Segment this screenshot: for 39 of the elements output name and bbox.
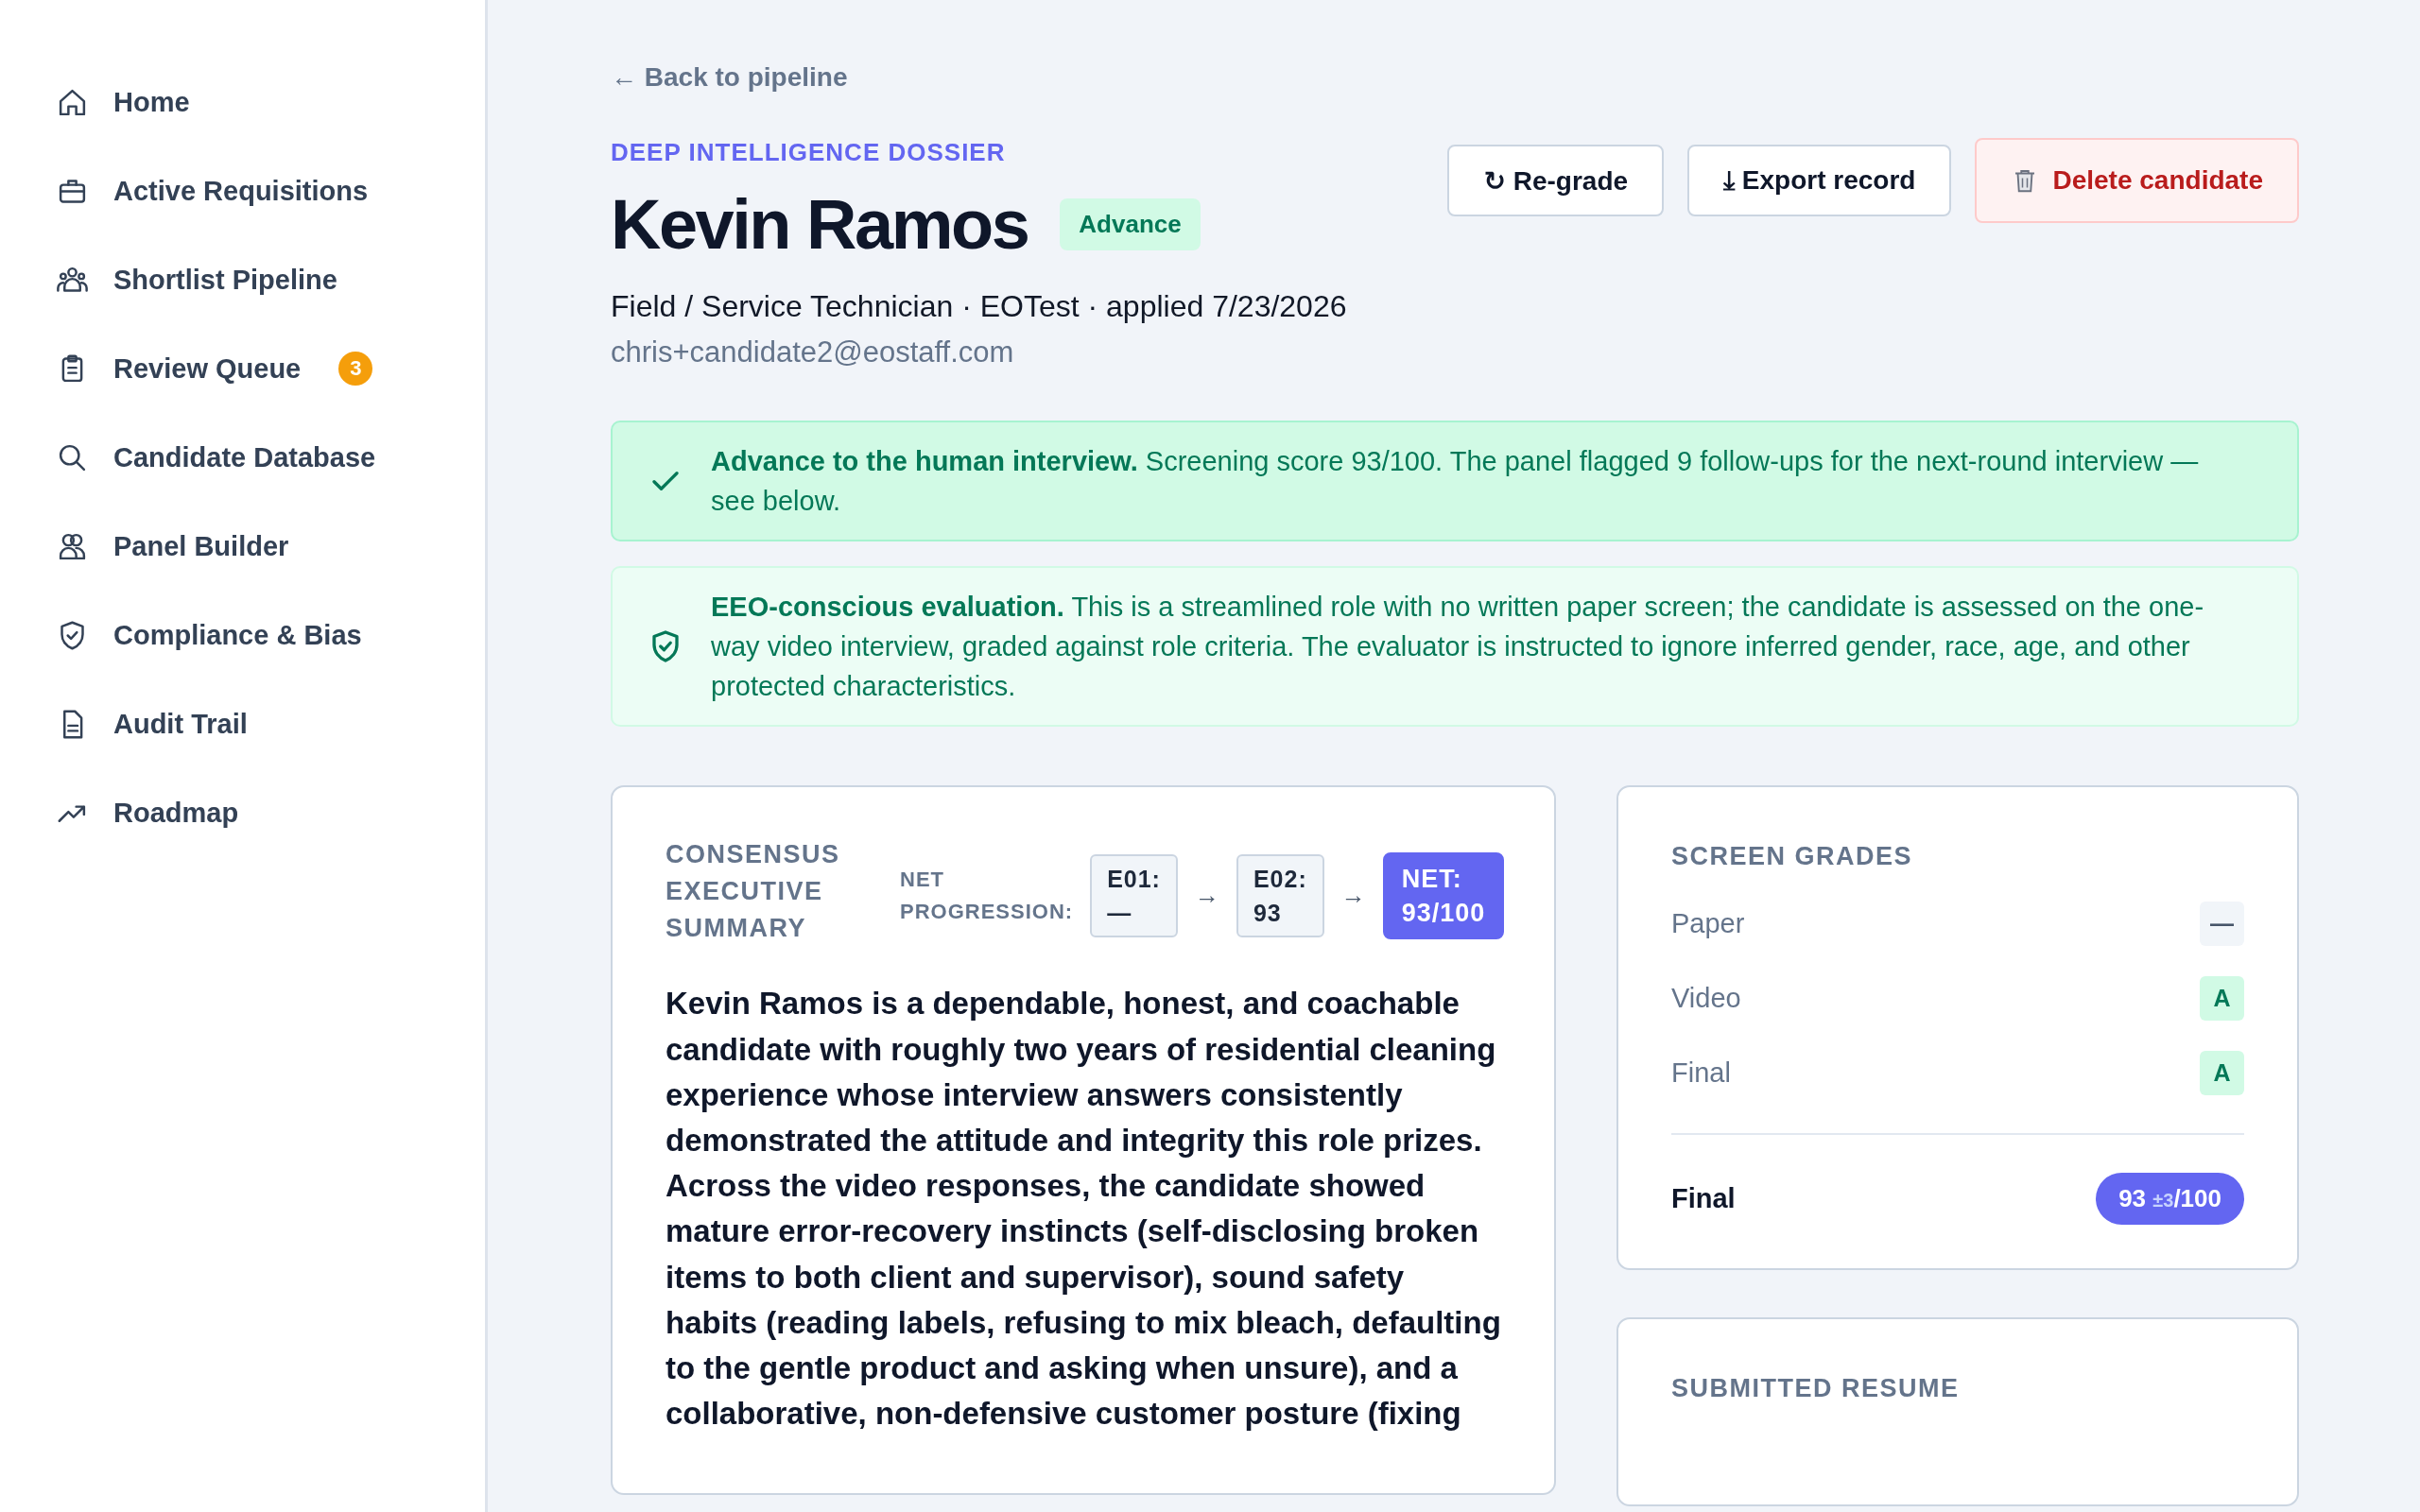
grade-chip: —	[2200, 902, 2244, 947]
grade-label: Video	[1671, 983, 1741, 1015]
final-label: Final	[1671, 1183, 1736, 1215]
action-button[interactable]: ⤓ Export record	[1687, 145, 1952, 216]
grade-label: Paper	[1671, 908, 1745, 940]
delete-button[interactable]: Delete candidate	[1975, 138, 2299, 223]
nav-item[interactable]: Audit Trail	[0, 679, 485, 768]
nav-item[interactable]: Panel Builder	[0, 502, 485, 591]
nav-item[interactable]: Compliance & Bias	[0, 591, 485, 679]
arrow-glyph: →	[1194, 881, 1219, 911]
nav-item[interactable]: Review Queue 3	[0, 324, 485, 413]
candidate-meta: Field / Service Technician · EOTest · applied 7/23/2026	[611, 289, 1347, 325]
banner-message: Advance to the human interview. Screening score 93/100. The panel flagged 9 follow-ups for the next-round interview — see below.	[711, 445, 2200, 519]
count-badge: 3	[338, 352, 373, 386]
summary-paragraph: Kevin Ramos is a dependable, honest, and coachable candidate with roughly two years of residential cleaning experience whose interview answers consistently demonstrated the attitude and integrity this role prizes. Across the video responses, the candidate showed mature error-recovery instincts (self-disclosing broken items to both client and supervisor), sound safety habits (reading labels, refusing to mix bleach, defaulting to the gentle product and asking when unsure), and a collaborative, non-defensive customer posture (fixing	[666, 985, 1501, 1434]
status-badge: Advance	[1060, 198, 1201, 251]
net-score-chip: NET: 93/100	[1382, 851, 1505, 939]
arrow-glyph: →	[1340, 881, 1366, 911]
grade-chip: A	[2200, 1051, 2244, 1096]
candidate-name: Kevin Ramos	[611, 186, 1028, 264]
final-score-pill: 93 ±3/100	[2096, 1173, 2244, 1226]
candidate-email: chris+candidate2@eostaff.com	[611, 335, 1015, 370]
score-chip: E01: —	[1090, 853, 1178, 937]
grade-label: Final	[1671, 1057, 1731, 1090]
nav-item[interactable]: Shortlist Pipeline	[0, 235, 485, 324]
card-title: SCREEN GRADES	[1671, 842, 1914, 872]
grade-chip: A	[2200, 976, 2244, 1022]
nav-item[interactable]: Active Requisitions	[0, 146, 485, 235]
card-title: CONSENSUS EXECUTIVE SUMMARY	[666, 839, 836, 945]
action-button[interactable]: ↻ Re-grade	[1447, 145, 1665, 216]
banner-message: EEO-conscious evaluation. This is a streamlined role with no written paper screen; the candidate is assessed on the one-way video interview, graded against role criteria. The evaluator is instructed to ignore inferred gender, race, age, and other protected characteristics.	[711, 591, 2205, 704]
nav-item[interactable]: Candidate Database	[0, 413, 485, 502]
card-title: SUBMITTED RESUME	[1671, 1374, 1961, 1404]
progression-label: NET PROGRESSION:	[900, 866, 1074, 925]
nav-item[interactable]: Roadmap	[0, 768, 485, 857]
back-link[interactable]: ← Back to pipeline	[611, 62, 848, 92]
nav-item[interactable]: Home	[0, 58, 485, 146]
eyebrow-label: DEEP INTELLIGENCE DOSSIER	[611, 138, 1007, 167]
score-chip: E02: 93	[1236, 853, 1324, 937]
